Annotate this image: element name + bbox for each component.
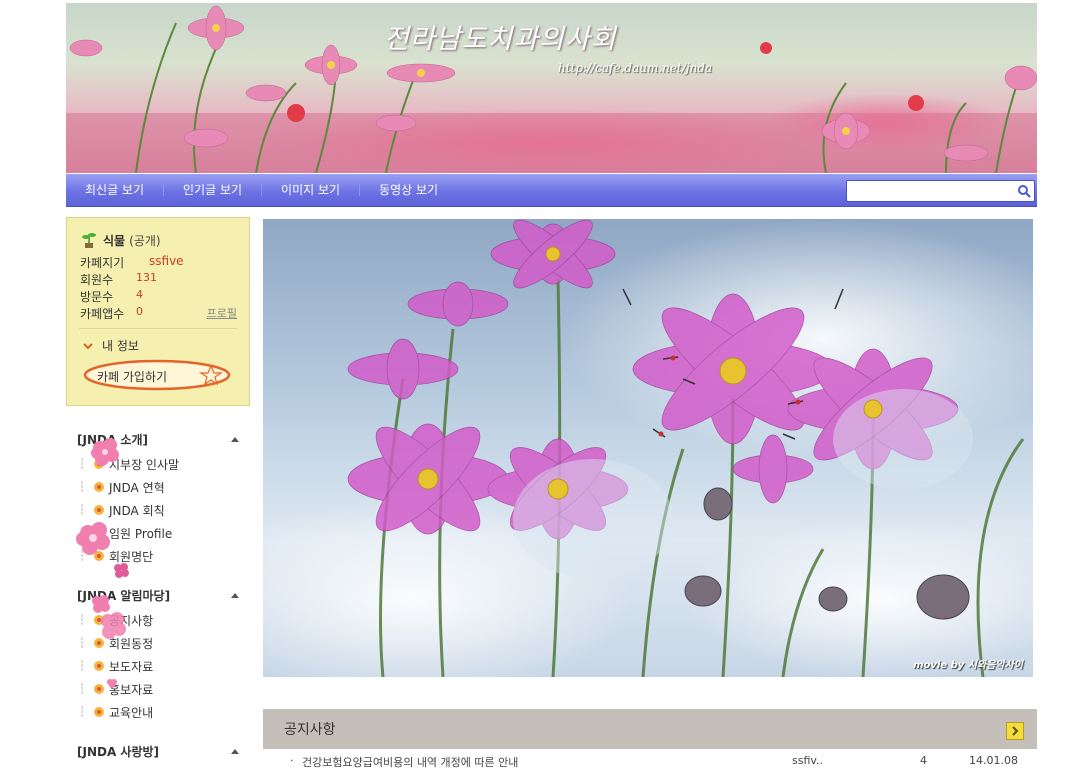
tree-line-icon: ┆ [79, 683, 86, 695]
tree-line-icon: ┆ [79, 637, 86, 649]
info-row-manager: 카페지기 ssfive [80, 254, 184, 271]
more-button[interactable] [1006, 722, 1024, 740]
info-row-apps: 카페앱수 0 [80, 305, 143, 322]
sidebar-item-label: 교육안내 [109, 705, 154, 720]
blossom-decoration-icon [101, 612, 126, 639]
row-bullet: · [290, 754, 294, 767]
sidebar-item-label: JNDA 연혁 [109, 480, 165, 495]
my-info-label: 내 정보 [102, 339, 139, 353]
menu-group-title[interactable]: [JNDA 사랑방] [77, 743, 159, 760]
tree-line-icon: ┆ [79, 706, 86, 718]
cafe-manager-link[interactable]: ssfive [149, 254, 184, 268]
info-label: 회원수 [80, 273, 114, 287]
nav-image-view[interactable]: 이미지 보기 [261, 184, 359, 196]
blossom-decoration-icon [114, 563, 129, 578]
tree-line-icon: ┆ [79, 504, 86, 516]
image-credit: movie by 시와음악사이 [913, 660, 1023, 671]
cafe-url: http://cafe.daum.net/jnda [558, 61, 713, 75]
table-row[interactable]: · 건강보험요양급여비용의 내역 개정에 따른 안내 ssfiv.. 4 14.… [263, 749, 1037, 771]
notice-views: 4 [920, 754, 927, 767]
info-value: 0 [136, 305, 143, 318]
top-navbar: 최신글 보기 인기글 보기 이미지 보기 동영상 보기 [66, 174, 1037, 207]
level-name: 식물 [103, 233, 126, 248]
blossom-decoration-icon [91, 438, 119, 466]
header-banner: 전라남도치과의사회 http://cafe.daum.net/jnda [66, 3, 1037, 173]
collapse-arrow-icon[interactable] [231, 435, 239, 443]
notice-panel: 공지사항 · 건강보험요양급여비용의 내역 개정에 따른 안내 ssfiv.. … [263, 709, 1037, 771]
search-box [846, 180, 1035, 202]
cosmos-flowers-image [263, 219, 1033, 677]
blossom-decoration-icon [76, 522, 110, 555]
board-icon [94, 707, 104, 717]
sidebar-item-history[interactable]: ┆ JNDA 연혁 [79, 480, 165, 495]
sidebar-item-label: 임원 Profile [109, 526, 173, 541]
cafe-profile-box: 식물 (공개) 카페지기 ssfive 회원수 131 방문수 4 카페앱수 0… [66, 217, 250, 406]
cafe-level: 식물 (공개) [80, 231, 161, 249]
info-row-visits: 방문수 4 [80, 288, 143, 305]
profile-link[interactable]: 프로필 [207, 305, 237, 321]
nav-popular-posts[interactable]: 인기글 보기 [163, 184, 261, 196]
divider [79, 328, 237, 329]
info-value: 131 [136, 271, 157, 284]
tree-line-icon: ┆ [79, 481, 86, 493]
tree-line-icon: ┆ [79, 614, 86, 626]
board-icon [94, 505, 104, 515]
my-info-toggle[interactable]: 내 정보 [83, 337, 139, 354]
level-visibility: (공개) [129, 233, 161, 248]
chevron-right-icon [1012, 726, 1019, 736]
info-label: 카페앱수 [80, 307, 125, 321]
nav-latest-posts[interactable]: 최신글 보기 [66, 184, 163, 196]
sidebar-item-education[interactable]: ┆ 교육안내 [79, 705, 154, 720]
info-row-members: 회원수 131 [80, 271, 157, 288]
collapse-arrow-icon[interactable] [231, 591, 239, 599]
sidebar-item-press[interactable]: ┆ 보도자료 [79, 659, 154, 674]
chevron-down-icon [83, 342, 93, 349]
tree-line-icon: ┆ [79, 660, 86, 672]
board-icon [94, 661, 104, 671]
info-value: 4 [136, 288, 143, 301]
search-input[interactable] [847, 181, 1012, 199]
nav-video-view[interactable]: 동영상 보기 [359, 184, 457, 196]
collapse-arrow-icon[interactable] [231, 747, 239, 755]
board-icon [94, 482, 104, 492]
notice-date: 14.01.08 [969, 754, 1018, 767]
nav-menu: 최신글 보기 인기글 보기 이미지 보기 동영상 보기 [66, 174, 457, 206]
notice-author: ssfiv.. [792, 754, 824, 767]
info-label: 카페지기 [80, 256, 125, 270]
cafe-title: 전라남도치과의사회 [384, 24, 617, 55]
sidebar-item-label: 보도자료 [109, 659, 154, 674]
plant-icon [82, 233, 96, 248]
sidebar-item-bylaws[interactable]: ┆ JNDA 회칙 [79, 503, 165, 518]
search-icon[interactable] [1017, 184, 1031, 198]
blossom-decoration-icon [107, 679, 117, 688]
sidebar-item-label: JNDA 회칙 [109, 503, 165, 518]
join-cafe-label: 카페 가입하기 [97, 370, 168, 384]
main-flower-image: movie by 시와음악사이 [263, 219, 1033, 677]
notice-subject-link[interactable]: 건강보험요양급여비용의 내역 개정에 따른 안내 [302, 754, 518, 770]
info-label: 방문수 [80, 290, 114, 304]
notice-title: 공지사항 [284, 722, 336, 738]
